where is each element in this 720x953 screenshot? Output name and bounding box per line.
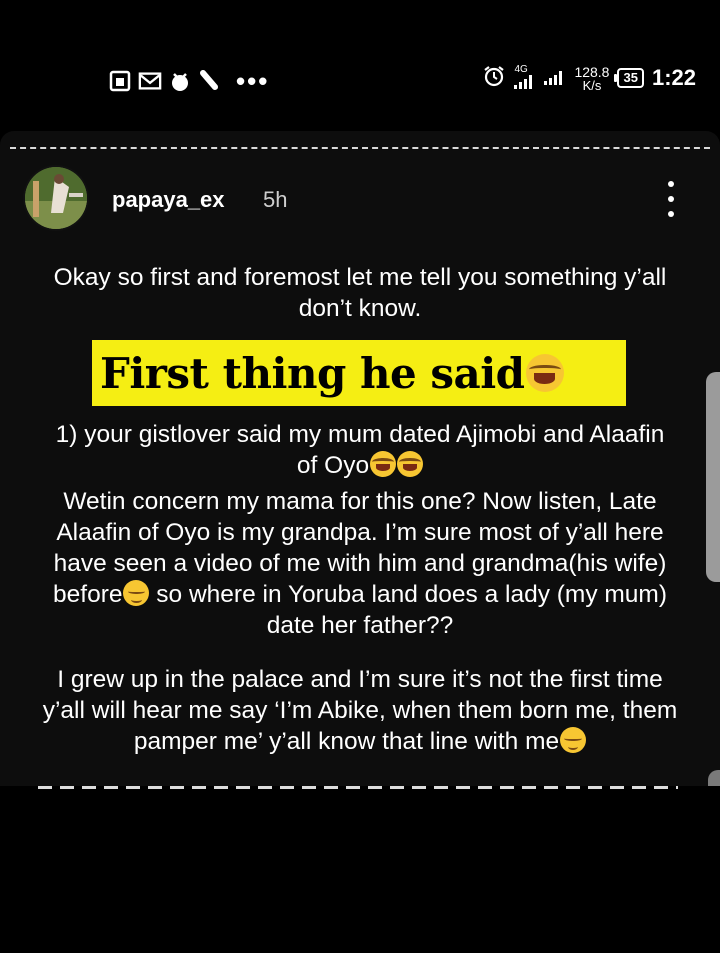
- sim-card-icon: [108, 70, 132, 92]
- scroll-handle[interactable]: [706, 372, 720, 582]
- more-options-icon[interactable]: [666, 181, 676, 217]
- clock: 1:22: [651, 65, 696, 90]
- battery-indicator: 35: [614, 68, 644, 88]
- bird-icon: [168, 70, 192, 92]
- story-progress-bar: [10, 147, 710, 149]
- headline: First thing he said: [92, 340, 626, 406]
- laughing-emoji-icon: [525, 354, 564, 392]
- story-header: papaya_ex 5h: [25, 167, 700, 231]
- network-type: 4G: [514, 63, 528, 75]
- signal-icon-2: [544, 67, 566, 89]
- story-card[interactable]: papaya_ex 5h Okay so first and foremost …: [0, 131, 720, 786]
- point-one: 1) your gistlover said my mum dated Ajim…: [55, 419, 665, 481]
- intro-text: Okay so first and foremost let me tell y…: [53, 264, 667, 322]
- avatar[interactable]: [25, 167, 87, 229]
- point-one-text: 1) your gistlover said my mum dated Ajim…: [55, 421, 665, 479]
- system-status: 4G 128.8 K/s 35 1:22: [482, 64, 696, 92]
- laughing-emoji-icon: [397, 451, 424, 477]
- paragraph-two-end: so where in Yoruba land does a lady (my …: [149, 581, 667, 639]
- edge-handle: [708, 770, 720, 786]
- notification-icons: •••: [108, 68, 269, 94]
- signal-icon: [514, 74, 536, 92]
- headline-banner: First thing he said: [92, 340, 626, 406]
- alarm-icon: [482, 64, 506, 92]
- speed-value: 128.8: [574, 63, 610, 80]
- network-speed: 128.8 K/s: [574, 65, 609, 92]
- paragraph-two: Wetin concern my mama for this one? Now …: [30, 486, 690, 641]
- cut-off-text: [38, 783, 678, 789]
- paragraph-three: I grew up in the palace and I’m sure it’…: [35, 664, 685, 757]
- username[interactable]: papaya_ex: [112, 187, 225, 213]
- time-ago: 5h: [263, 187, 288, 212]
- more-notifications-icon: •••: [236, 66, 270, 96]
- broom-icon: [198, 70, 222, 92]
- mail-icon: [138, 70, 162, 92]
- relieved-emoji-icon: [123, 580, 150, 606]
- speed-unit: K/s: [582, 77, 602, 93]
- headline-text: First thing he said: [100, 348, 525, 398]
- laughing-emoji-icon: [370, 451, 397, 477]
- relieved-emoji-icon: [560, 727, 587, 753]
- status-bar: ••• 4G 128.8 K/s 35 1:22: [0, 0, 720, 130]
